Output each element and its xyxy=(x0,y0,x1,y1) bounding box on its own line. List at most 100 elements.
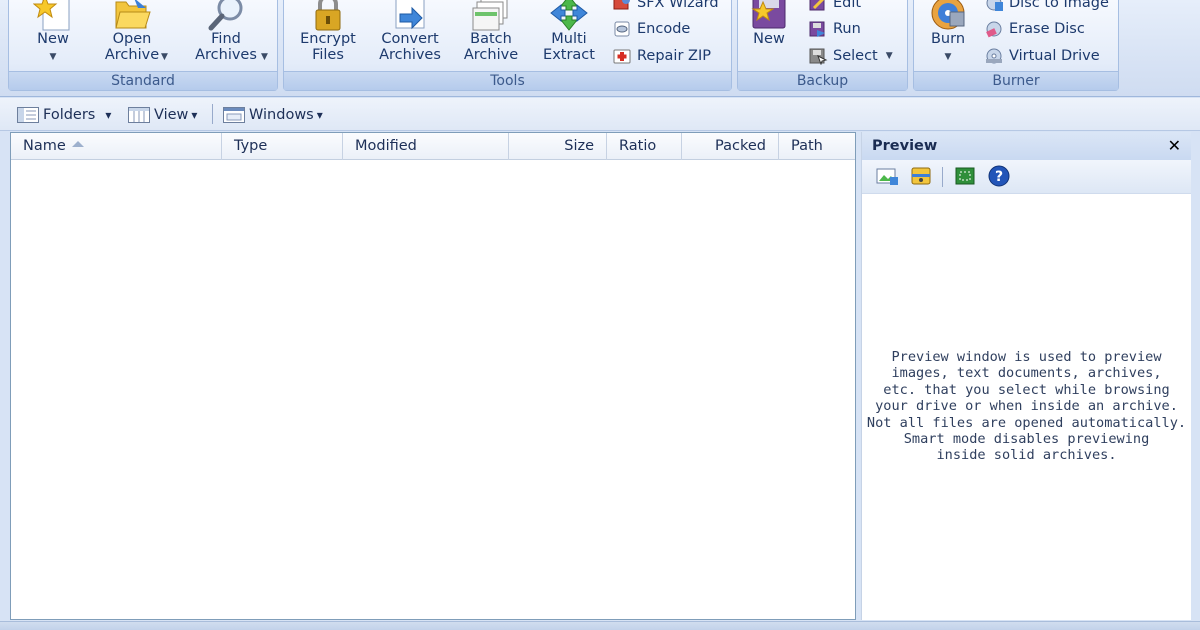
backup-run-button[interactable]: Run xyxy=(808,18,861,40)
ribbon-group-backup: New Edit Run Select ▼ Backup xyxy=(737,0,908,91)
group-label-burner: Burner xyxy=(914,71,1118,90)
ribbon-group-tools: Encrypt Files Convert Archives Batch Arc… xyxy=(283,0,732,91)
preview-panel: Preview ✕ ? Preview window is used to pr… xyxy=(861,132,1191,620)
column-header-type[interactable]: Type xyxy=(222,133,343,160)
backup-run-label: Run xyxy=(833,21,861,37)
close-icon[interactable]: ✕ xyxy=(1168,132,1181,160)
magnifier-icon xyxy=(206,0,246,31)
backup-new-button[interactable]: New xyxy=(744,0,794,65)
column-header-size[interactable]: Size xyxy=(509,133,607,160)
column-header-packed[interactable]: Packed xyxy=(682,133,779,160)
erase-disc-icon xyxy=(984,20,1004,38)
padlock-icon xyxy=(308,0,348,31)
preview-archive-icon[interactable] xyxy=(909,165,933,187)
folders-label: Folders xyxy=(43,107,96,123)
open-archive-button[interactable]: Open Archive ▼ xyxy=(87,0,177,65)
burn-label: Burn xyxy=(930,31,966,47)
sfx-wizard-button[interactable]: SFX Wizard xyxy=(612,0,719,14)
burn-button[interactable]: Burn ▼ xyxy=(922,0,974,65)
column-header-path[interactable]: Path xyxy=(779,133,855,160)
view-toolbar: Folders ▾ View ▾ Windows ▾ xyxy=(0,98,1200,131)
folders-pane-icon xyxy=(17,107,39,123)
convert-archives-button[interactable]: Convert Archives xyxy=(372,0,448,65)
backup-new-icon xyxy=(749,0,789,30)
preview-help-text: Preview window is used to preview images… xyxy=(866,349,1187,464)
repair-zip-label: Repair ZIP xyxy=(637,48,711,64)
run-icon xyxy=(808,20,828,38)
column-header-name[interactable]: Name xyxy=(11,133,222,160)
erase-disc-button[interactable]: Erase Disc xyxy=(984,18,1085,40)
preview-image-icon[interactable] xyxy=(875,165,899,187)
burn-disc-icon xyxy=(928,0,968,30)
encode-icon xyxy=(612,20,632,38)
ribbon-group-burner: Burn ▼ Disc to Image Erase Disc Virtual … xyxy=(913,0,1119,91)
multi-extract-label: Multi Extract xyxy=(543,31,595,63)
ribbon-group-standard: New ▼ Open Archive ▼ Find Archives ▼ Sta… xyxy=(8,0,278,91)
find-dropdown-caret[interactable]: ▼ xyxy=(261,49,268,65)
windows-button[interactable]: Windows ▾ xyxy=(223,104,323,126)
virtual-drive-label: Virtual Drive xyxy=(1009,48,1100,64)
column-header-ratio[interactable]: Ratio xyxy=(607,133,682,160)
file-list-header: Name Type Modified Size Ratio Packed Pat… xyxy=(11,133,855,160)
open-dropdown-caret[interactable]: ▼ xyxy=(161,49,168,65)
burn-dropdown-caret[interactable]: ▼ xyxy=(945,52,952,62)
select-icon xyxy=(808,47,828,66)
select-dropdown-caret[interactable]: ▼ xyxy=(886,51,893,61)
view-button[interactable]: View ▾ xyxy=(128,104,197,126)
multi-extract-button[interactable]: Multi Extract xyxy=(534,0,604,65)
backup-edit-button[interactable]: Edit xyxy=(808,0,861,14)
new-label: New xyxy=(37,31,69,47)
windows-icon xyxy=(223,107,245,123)
batch-stack-icon xyxy=(471,0,511,31)
preview-toolbar-separator xyxy=(942,167,943,187)
new-star-icon xyxy=(32,0,73,31)
view-dropdown-icon[interactable]: ▾ xyxy=(191,108,197,122)
encode-label: Encode xyxy=(637,21,691,37)
disc-to-image-button[interactable]: Disc to Image xyxy=(984,0,1109,14)
convert-archives-label: Convert Archives xyxy=(379,31,441,63)
group-label-standard: Standard xyxy=(9,71,277,90)
help-icon[interactable]: ? xyxy=(987,165,1011,187)
fullscreen-icon[interactable] xyxy=(953,165,977,187)
toolbar-separator xyxy=(212,104,213,124)
column-name-label: Name xyxy=(23,138,66,154)
first-aid-kit-icon xyxy=(612,47,632,65)
new-archive-button[interactable]: New ▼ xyxy=(21,0,85,65)
backup-edit-label: Edit xyxy=(833,0,862,11)
virtual-drive-icon xyxy=(984,47,1004,65)
windows-label: Windows xyxy=(249,107,314,123)
sfx-wizard-label: SFX Wizard xyxy=(637,0,719,11)
repair-zip-button[interactable]: Repair ZIP xyxy=(612,45,711,67)
windows-dropdown-icon[interactable]: ▾ xyxy=(317,108,323,122)
batch-archive-label: Batch Archive xyxy=(463,31,519,63)
file-list[interactable]: Name Type Modified Size Ratio Packed Pat… xyxy=(10,132,856,620)
group-label-tools: Tools xyxy=(284,71,731,90)
sort-ascending-icon xyxy=(71,141,84,147)
view-label: View xyxy=(154,107,189,123)
group-label-backup: Backup xyxy=(738,71,907,90)
column-header-modified[interactable]: Modified xyxy=(343,133,509,160)
open-folder-icon xyxy=(112,0,152,30)
virtual-drive-button[interactable]: Virtual Drive xyxy=(984,45,1100,67)
sfx-wizard-icon xyxy=(612,0,632,12)
find-archives-button[interactable]: Find Archives ▼ xyxy=(181,0,271,65)
new-dropdown-caret[interactable]: ▼ xyxy=(50,52,57,62)
preview-toolbar: ? xyxy=(862,160,1191,194)
encrypt-files-label: Encrypt Files xyxy=(300,31,356,63)
folders-button[interactable]: Folders ▾ xyxy=(17,104,111,126)
folders-dropdown-icon[interactable]: ▾ xyxy=(105,108,111,122)
encrypt-files-button[interactable]: Encrypt Files xyxy=(292,0,364,65)
batch-archive-button[interactable]: Batch Archive xyxy=(456,0,526,65)
ribbon: New ▼ Open Archive ▼ Find Archives ▼ Sta… xyxy=(0,0,1200,97)
encode-button[interactable]: Encode xyxy=(612,18,690,40)
disc-to-image-icon xyxy=(984,0,1004,12)
status-bar xyxy=(0,621,1200,630)
edit-icon xyxy=(808,0,828,12)
backup-select-button[interactable]: Select ▼ xyxy=(808,45,893,67)
convert-icon xyxy=(390,0,430,30)
multi-extract-arrows-icon xyxy=(549,0,589,31)
find-archives-label: Find Archives xyxy=(195,31,257,63)
svg-text:?: ? xyxy=(995,169,1003,185)
view-columns-icon xyxy=(128,107,150,123)
erase-disc-label: Erase Disc xyxy=(1009,21,1085,37)
